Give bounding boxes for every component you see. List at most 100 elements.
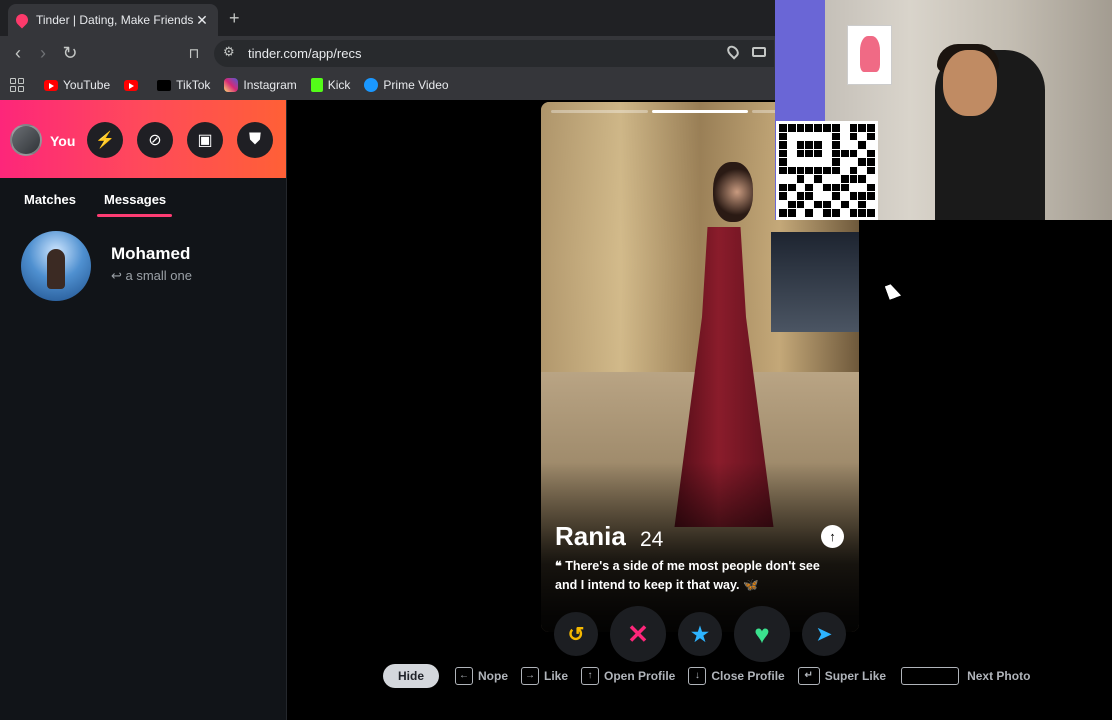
qr-module <box>823 166 831 175</box>
qr-module <box>858 158 867 166</box>
bookmark-tiktok[interactable]: TikTok <box>157 78 210 92</box>
bookmark-instagram[interactable]: Instagram <box>224 78 297 92</box>
new-tab-button[interactable]: + <box>229 8 240 29</box>
qr-module <box>787 200 796 209</box>
briefcase-icon[interactable]: ▣ <box>187 122 223 158</box>
tiktok-icon <box>157 79 172 91</box>
tab-matches[interactable]: Matches <box>24 192 76 207</box>
shortcut-label: Super Like <box>824 669 887 683</box>
super-like-button[interactable]: ★ <box>678 612 722 656</box>
qr-module <box>840 175 849 183</box>
close-tab-icon[interactable]: ✕ <box>194 12 210 29</box>
qr-module <box>787 149 796 158</box>
my-profile-label[interactable]: You <box>50 133 75 149</box>
qr-module <box>787 141 796 149</box>
tab-messages[interactable]: Messages <box>96 192 173 217</box>
qr-module <box>787 124 796 132</box>
qr-module <box>796 124 805 132</box>
qr-module <box>858 175 867 183</box>
qr-module <box>779 132 787 141</box>
hide-shortcuts-button[interactable]: Hide <box>383 664 439 688</box>
browser-tab[interactable]: Tinder | Dating, Make Friends & ✕ <box>8 4 218 36</box>
qr-module <box>858 141 867 149</box>
qr-module <box>849 124 858 132</box>
qr-module <box>805 183 814 192</box>
qr-module <box>849 166 858 175</box>
qr-module <box>831 209 840 217</box>
qr-module <box>831 192 840 200</box>
qr-module <box>787 158 796 166</box>
bookmark-kick[interactable]: Kick <box>310 78 350 92</box>
browser-toolbar: ‹ › ↻ ⊓ ⚙ tinder.com/app/recs <box>0 36 775 70</box>
qr-module <box>787 132 796 141</box>
bookmark-youtube[interactable]: YouTube <box>44 78 110 92</box>
rewind-button[interactable]: ↺ <box>554 612 598 656</box>
shortcut-like: → Like <box>521 667 568 685</box>
qr-module <box>796 183 805 192</box>
qr-module <box>796 209 805 217</box>
qr-module <box>779 175 787 183</box>
qr-module <box>840 141 849 149</box>
qr-module <box>840 183 849 192</box>
forward-icon[interactable]: › <box>33 43 53 63</box>
like-button[interactable]: ♥ <box>734 606 790 662</box>
qr-module <box>831 175 840 183</box>
safety-shield-icon[interactable]: ⛊ <box>237 122 273 158</box>
sidebar: You ⚡ ⊘ ▣ ⛊ Matches Messages Mohamed ↩ a… <box>0 100 287 720</box>
boost-lightning-icon[interactable]: ⚡ <box>87 122 123 158</box>
qr-module <box>849 149 858 158</box>
my-avatar[interactable] <box>10 124 42 156</box>
bookmark-prime-video[interactable]: Prime Video <box>364 78 449 92</box>
qr-module <box>858 124 867 132</box>
qr-module <box>787 192 796 200</box>
cast-icon[interactable] <box>752 47 766 57</box>
wall-poster <box>847 25 892 85</box>
qr-module <box>779 158 787 166</box>
qr-module <box>858 183 867 192</box>
qr-module <box>831 132 840 141</box>
qr-module <box>867 175 875 183</box>
tinder-flame-icon <box>13 11 31 29</box>
qr-module <box>867 124 875 132</box>
open-profile-arrow-icon[interactable]: ↑ <box>821 525 844 548</box>
explore-compass-icon[interactable]: ⊘ <box>137 122 173 158</box>
qr-module <box>858 132 867 141</box>
bookmark-icon[interactable]: ⊓ <box>184 43 204 63</box>
bookmark-youtube-2[interactable] <box>124 79 143 91</box>
qr-module <box>840 132 849 141</box>
photo-progress-segment <box>551 110 648 113</box>
conversation-item[interactable]: Mohamed ↩ a small one <box>0 224 287 314</box>
prime-video-icon <box>364 78 379 92</box>
nope-button[interactable]: ✕ <box>610 606 666 662</box>
down-arrow-key-icon: ↓ <box>688 667 707 685</box>
qr-module <box>814 200 823 209</box>
boost-button[interactable]: ➤ <box>802 612 846 656</box>
reload-icon[interactable]: ↻ <box>60 43 80 63</box>
location-icon[interactable] <box>724 43 742 60</box>
qr-module <box>867 200 875 209</box>
photo-window <box>771 232 859 332</box>
qr-module <box>867 192 875 200</box>
back-icon[interactable]: ‹ <box>8 43 28 63</box>
qr-module <box>823 141 831 149</box>
qr-module <box>823 209 831 217</box>
qr-module <box>867 166 875 175</box>
qr-module <box>867 149 875 158</box>
address-bar[interactable]: ⚙ tinder.com/app/recs <box>214 40 774 67</box>
qr-module <box>779 200 787 209</box>
qr-module <box>805 200 814 209</box>
site-settings-icon[interactable]: ⚙ <box>223 44 235 60</box>
qr-module <box>805 175 814 183</box>
shortcut-label: Next Photo <box>967 669 1031 683</box>
qr-module <box>831 124 840 132</box>
shortcut-close-profile: ↓ Close Profile <box>688 667 785 685</box>
qr-module <box>814 175 823 183</box>
qr-module <box>814 166 823 175</box>
qr-module <box>787 209 796 217</box>
enter-key-icon: ↵ <box>797 667 820 685</box>
apps-grid-icon[interactable] <box>10 78 24 92</box>
screen: Tinder | Dating, Make Friends & ✕ + ‹ › … <box>0 0 1112 720</box>
keyboard-shortcuts: Hide ← Nope → Like ↑ Open Profile ↓ Clos… <box>383 663 1043 689</box>
qr-module <box>867 158 875 166</box>
qr-module <box>823 200 831 209</box>
